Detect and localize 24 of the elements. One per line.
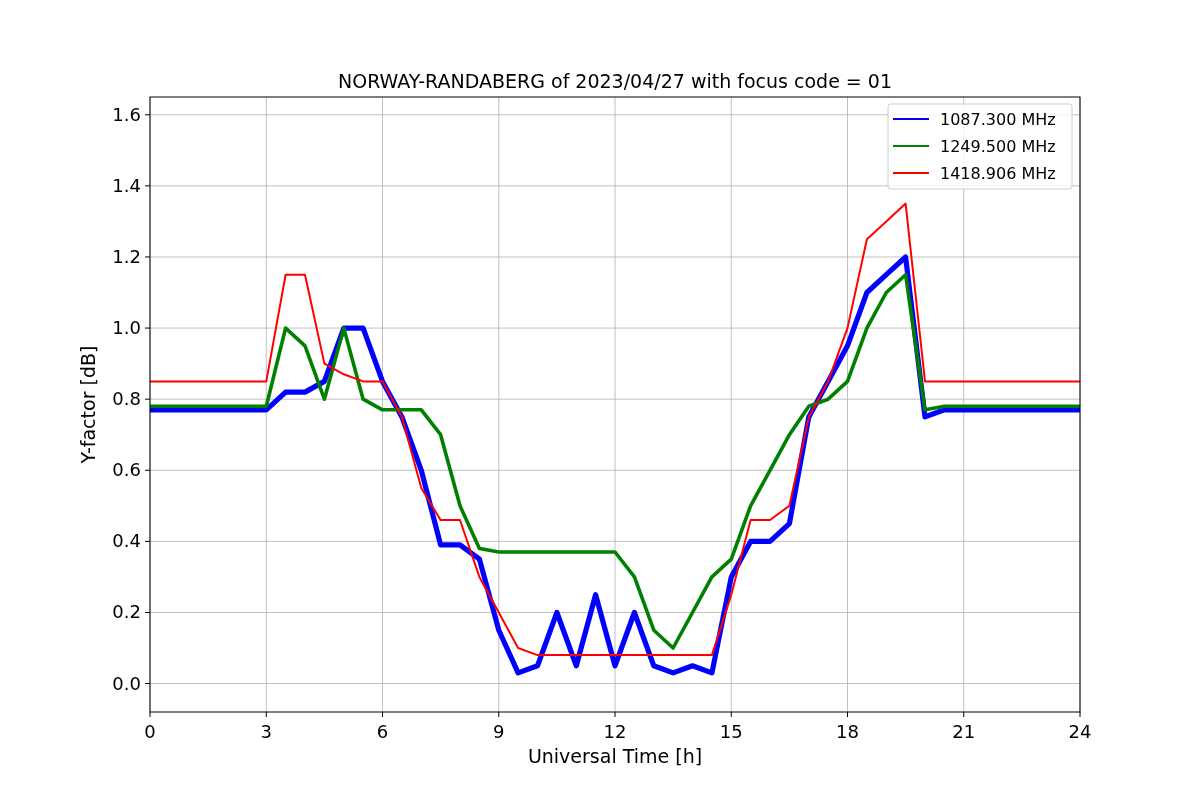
tick-label: 1.6 xyxy=(112,103,141,125)
axis-label: Universal Time [h] xyxy=(527,745,703,767)
legend-label: 1087.300 MHz xyxy=(940,110,1056,129)
legend-label: 1249.500 MHz xyxy=(940,137,1056,156)
tick-label: 0.4 xyxy=(112,530,141,552)
tick-label: 24 xyxy=(1068,721,1092,742)
tick-label: 0.0 xyxy=(112,672,141,694)
tick-label: 15 xyxy=(719,721,743,742)
tick-label: 9 xyxy=(493,721,505,742)
axis-label: Y-factor [dB] xyxy=(77,345,99,464)
tick-label: 1.4 xyxy=(112,174,141,196)
legend-label: 1418.906 MHz xyxy=(940,164,1056,183)
tick-label: 0.8 xyxy=(112,388,141,410)
tick-label: 6 xyxy=(376,721,389,742)
tick-label: 0 xyxy=(144,721,156,742)
tick-label: 0.2 xyxy=(112,601,141,623)
tick-label: 12 xyxy=(603,721,627,742)
tick-label: 1.2 xyxy=(112,245,141,267)
tick-label: 0.6 xyxy=(112,459,141,481)
tick-label: 1.0 xyxy=(112,317,141,339)
chart-title: NORWAY-RANDABERG of 2023/04/27 with focus code = 01 xyxy=(338,70,892,92)
tick-label: 21 xyxy=(952,721,976,742)
tick-label: 3 xyxy=(260,721,272,742)
tick-label: 18 xyxy=(836,721,859,742)
